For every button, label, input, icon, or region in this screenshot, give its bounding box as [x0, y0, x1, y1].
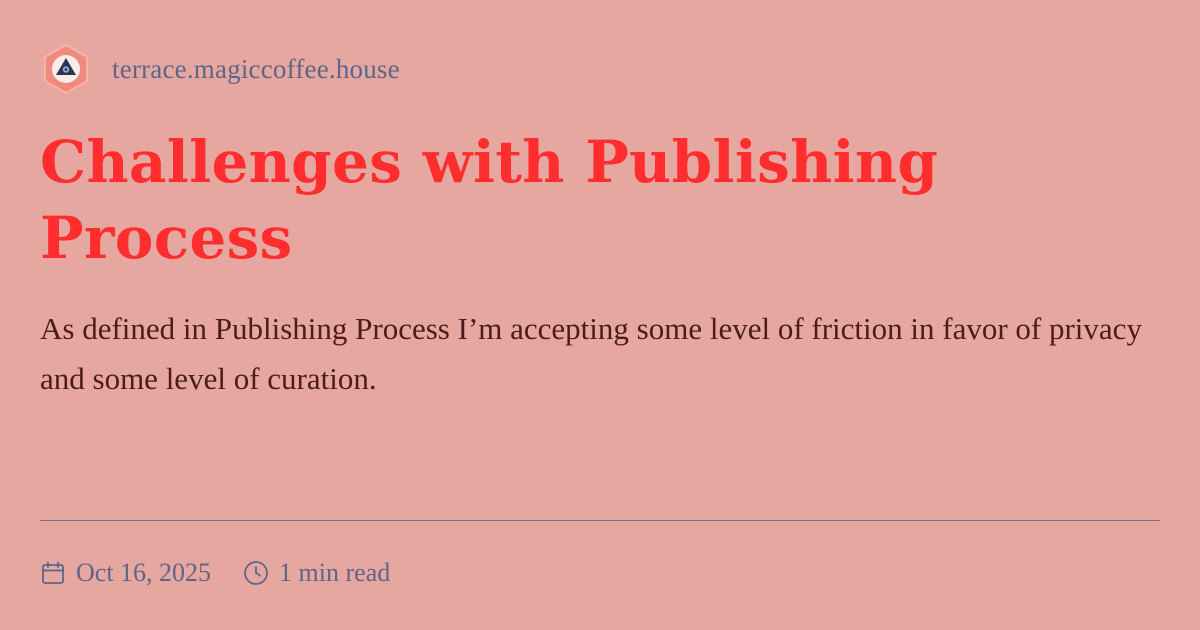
- social-preview-card: terrace.magiccoffee.house Challenges wit…: [0, 0, 1200, 630]
- site-header[interactable]: terrace.magiccoffee.house: [40, 43, 400, 95]
- site-name: terrace.magiccoffee.house: [112, 53, 400, 84]
- post-date-text: Oct 16, 2025: [76, 558, 212, 587]
- clock-icon: [244, 561, 268, 585]
- post-meta: Oct 16, 2025 1 min read: [40, 555, 390, 591]
- post-date: Oct 16, 2025: [40, 558, 211, 588]
- calendar-icon: [42, 561, 64, 584]
- post-summary: As defined in Publishing Process I’m acc…: [40, 311, 1142, 396]
- hexagon-eye-icon: [44, 43, 88, 95]
- read-time-text: 1 min read: [279, 558, 391, 587]
- page-title: Challenges with Publishing Process: [40, 128, 939, 272]
- post-read-time: 1 min read: [243, 558, 390, 588]
- divider: [40, 520, 1160, 521]
